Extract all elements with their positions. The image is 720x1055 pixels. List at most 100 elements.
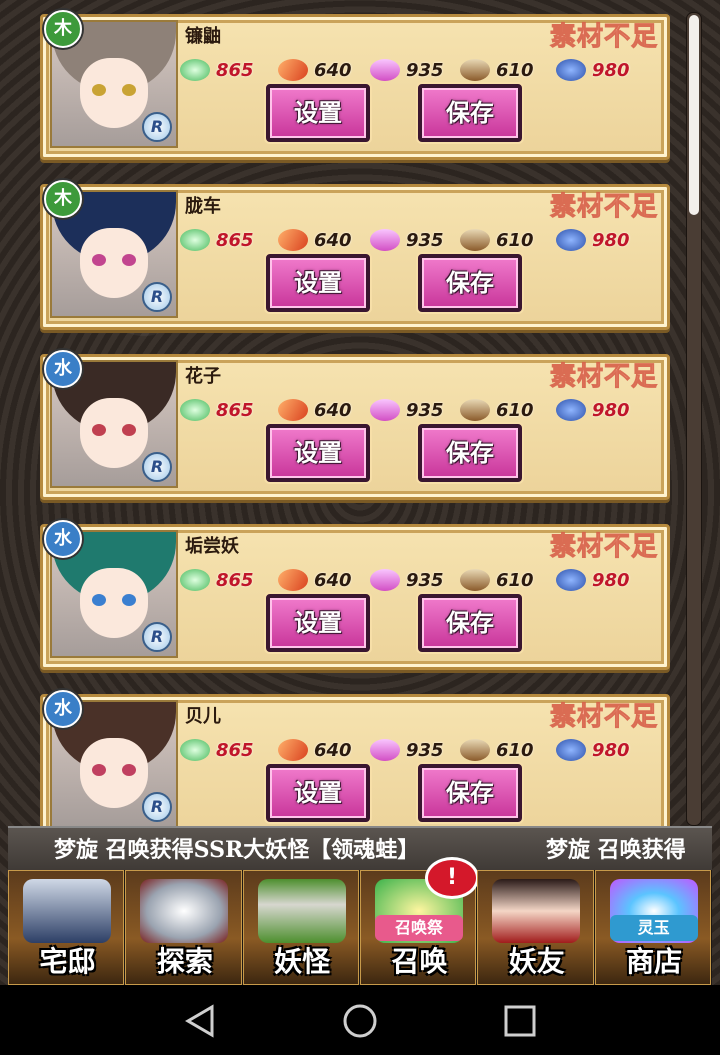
resource-item: 640 xyxy=(278,56,352,84)
resource-count: 610 xyxy=(496,399,534,421)
spirit-jade-label: 灵玉 xyxy=(609,915,698,941)
friend-girl-icon xyxy=(492,879,581,943)
charm-icon xyxy=(370,399,400,421)
set-button[interactable]: 设置 xyxy=(266,84,370,142)
save-button[interactable]: 保存 xyxy=(418,594,522,652)
nav-orb[interactable]: 灵玉 商店 xyxy=(594,870,711,985)
set-button[interactable]: 设置 xyxy=(266,764,370,822)
jade-icon xyxy=(180,739,210,761)
ticker-text-repeat: 梦旋 召唤获得 xyxy=(546,837,686,863)
nav-summon-star[interactable]: 召唤祭! 召唤 xyxy=(359,857,479,985)
nav-house[interactable]: 宅邸 xyxy=(8,870,125,985)
youkai-name: 花子 xyxy=(185,366,221,387)
nav-label: 商店 xyxy=(626,945,683,978)
portrait-eye xyxy=(92,764,106,776)
youkai-name: 垢尝妖 xyxy=(185,536,239,557)
resource-item: 640 xyxy=(278,396,352,424)
element-icon: 木 xyxy=(44,10,82,48)
jade-icon xyxy=(180,59,210,81)
resource-count: 980 xyxy=(592,59,630,81)
resource-item: 980 xyxy=(556,396,630,424)
resource-count: 935 xyxy=(406,59,444,81)
scroll-bundle-icon xyxy=(460,569,490,591)
scroll-icon xyxy=(257,879,346,943)
resource-count: 640 xyxy=(314,569,352,591)
nav-magnifier[interactable]: 探索 xyxy=(125,870,242,985)
scroll-bundle-icon xyxy=(460,739,490,761)
scroll-bundle-icon xyxy=(460,399,490,421)
youkai-name: 镰鼬 xyxy=(185,26,221,47)
feather-icon xyxy=(278,569,308,591)
resource-item: 935 xyxy=(370,736,444,764)
portrait-eye xyxy=(122,84,136,96)
bottom-nav: 宅邸 探索 妖怪 召唤祭! 召唤 妖友 灵玉 商店 xyxy=(8,857,712,985)
scroll-bundle-icon xyxy=(460,59,490,81)
resource-item: 935 xyxy=(370,226,444,254)
charm-icon xyxy=(370,59,400,81)
nav-label: 妖友 xyxy=(508,945,565,978)
set-button[interactable]: 设置 xyxy=(266,424,370,482)
charm-icon xyxy=(370,739,400,761)
set-button[interactable]: 设置 xyxy=(266,254,370,312)
jade-icon xyxy=(180,399,210,421)
resource-item: 610 xyxy=(460,566,534,594)
youkai-card: R 木 镰鼬 素材不足 865 640 935 610 980 设置 保存 xyxy=(40,10,670,162)
portrait-eye xyxy=(92,84,106,96)
scroll-bundle-icon xyxy=(460,229,490,251)
element-icon: 水 xyxy=(44,690,82,728)
nav-friend-girl[interactable]: 妖友 xyxy=(477,870,594,985)
back-icon[interactable] xyxy=(182,1003,218,1039)
resource-item: 865 xyxy=(180,566,254,594)
resource-item: 935 xyxy=(370,566,444,594)
set-button[interactable]: 设置 xyxy=(266,594,370,652)
resource-item: 610 xyxy=(460,736,534,764)
scrollbar[interactable] xyxy=(686,12,702,826)
rarity-badge: R xyxy=(142,792,172,822)
resource-count: 980 xyxy=(592,399,630,421)
ticker-text: 梦旋 召唤获得SSR大妖怪【领魂蛙】 xyxy=(54,837,420,863)
resource-item: 610 xyxy=(460,396,534,424)
save-button[interactable]: 保存 xyxy=(418,764,522,822)
recent-apps-icon[interactable] xyxy=(502,1003,538,1039)
nav-scroll[interactable]: 妖怪 xyxy=(242,870,359,985)
resource-count: 640 xyxy=(314,59,352,81)
portrait-eye xyxy=(92,254,106,266)
home-icon[interactable] xyxy=(342,1003,378,1039)
resource-count: 865 xyxy=(216,569,254,591)
insufficient-materials-stamp: 素材不足 xyxy=(549,702,658,733)
nav-label: 探索 xyxy=(156,945,213,978)
feather-icon xyxy=(278,229,308,251)
element-icon: 木 xyxy=(44,180,82,218)
portrait-face xyxy=(80,228,148,298)
android-nav-bar xyxy=(0,985,720,1055)
save-button[interactable]: 保存 xyxy=(418,424,522,482)
resource-count: 640 xyxy=(314,739,352,761)
portrait-eye xyxy=(92,424,106,436)
feather-icon xyxy=(278,59,308,81)
nav-label: 宅邸 xyxy=(39,945,96,978)
resource-item: 865 xyxy=(180,396,254,424)
youkai-list[interactable]: R 木镰鼬 素材不足 865 640 935 610 980 设置 保存 R 木胧车 素材不足 865 64… xyxy=(0,0,720,826)
jade-icon xyxy=(180,569,210,591)
insufficient-materials-stamp: 素材不足 xyxy=(549,192,658,223)
resource-item: 980 xyxy=(556,736,630,764)
nav-label: 妖怪 xyxy=(274,945,331,978)
notification-badge: ! xyxy=(424,857,479,899)
grape-icon xyxy=(556,229,586,251)
feather-icon xyxy=(278,739,308,761)
rarity-badge: R xyxy=(142,112,172,142)
insufficient-materials-stamp: 素材不足 xyxy=(549,362,658,393)
insufficient-materials-stamp: 素材不足 xyxy=(549,532,658,563)
resource-item: 610 xyxy=(460,226,534,254)
jade-icon xyxy=(180,229,210,251)
resource-item: 640 xyxy=(278,566,352,594)
resource-count: 980 xyxy=(592,229,630,251)
save-button[interactable]: 保存 xyxy=(418,254,522,312)
rarity-badge: R xyxy=(142,452,172,482)
resource-item: 640 xyxy=(278,736,352,764)
save-button[interactable]: 保存 xyxy=(418,84,522,142)
resource-count: 865 xyxy=(216,229,254,251)
scrollbar-thumb[interactable] xyxy=(689,15,699,215)
portrait-face xyxy=(80,738,148,808)
grape-icon xyxy=(556,569,586,591)
